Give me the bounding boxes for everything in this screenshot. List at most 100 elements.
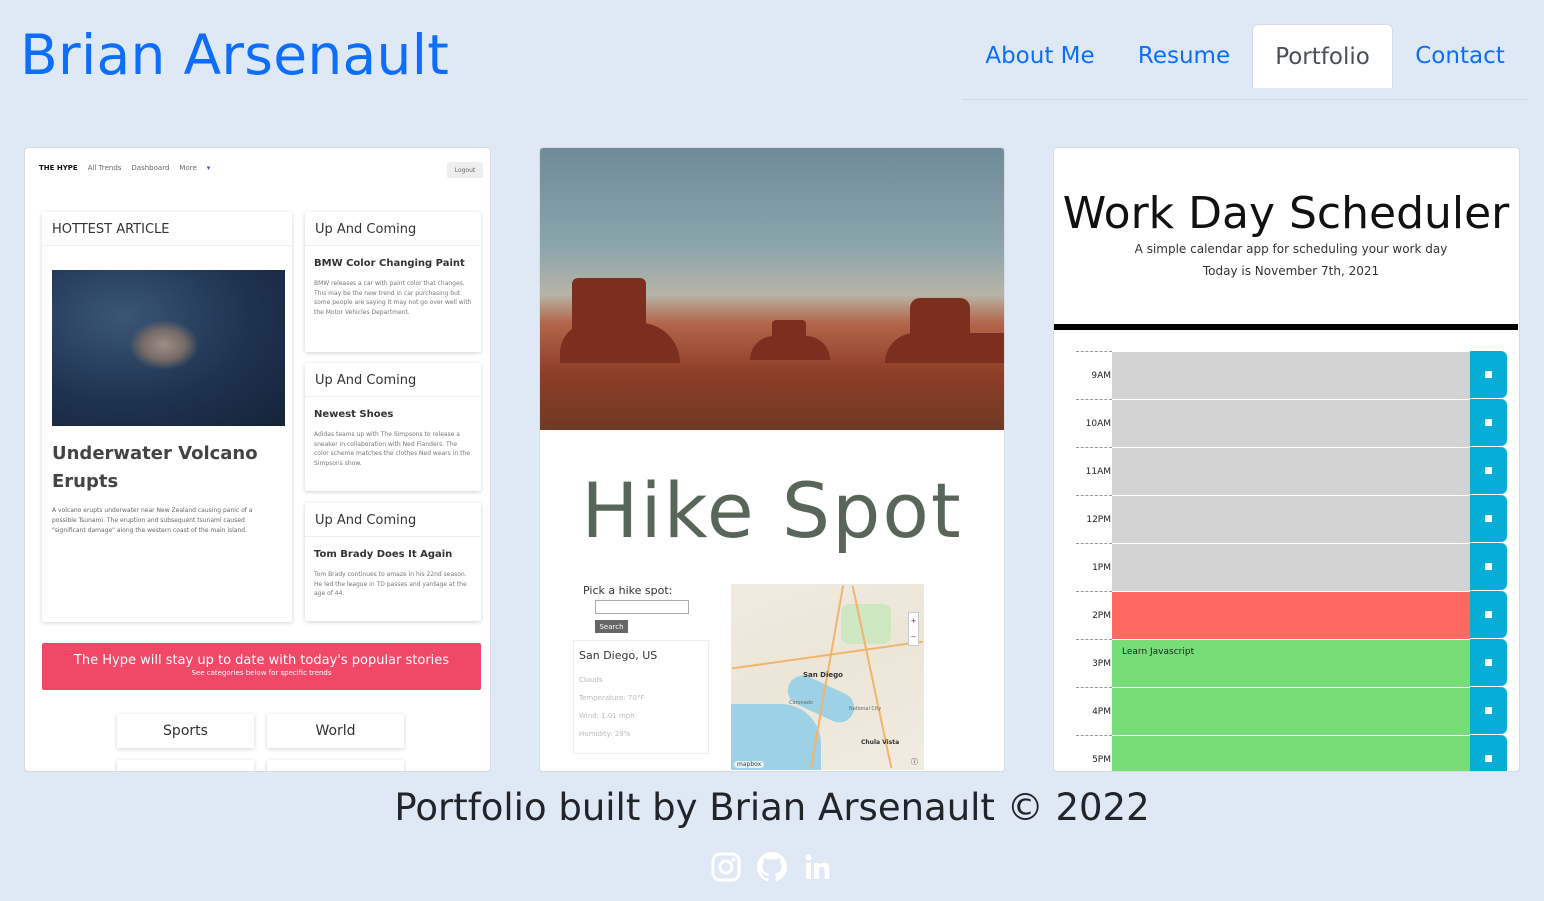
nav-tab-contact[interactable]: Contact [1403, 24, 1517, 88]
save-button: ■ [1470, 543, 1507, 590]
map-label: Coronado [789, 700, 814, 706]
hike-pick-label: Pick a hike spot: [583, 584, 673, 597]
weather-line: Temperature: 70°F [579, 694, 645, 702]
map-label: National City [849, 706, 882, 712]
time-block-hour: 10AM [1076, 399, 1112, 447]
save-button: ■ [1470, 591, 1507, 638]
time-block-description [1112, 543, 1470, 591]
scheduler-date: Today is November 7th, 2021 [1202, 264, 1380, 278]
time-block-hour: 12PM [1076, 495, 1112, 543]
hype-logout-button: Logout [447, 162, 483, 178]
side-article: Up And Coming Newest Shoes Adidas teams … [305, 363, 481, 491]
side-article-heading: Up And Coming [305, 363, 481, 397]
time-block: 4PM ■ [1076, 687, 1508, 735]
scheduler-subtitle: A simple calendar app for scheduling you… [1134, 242, 1448, 256]
floppy-disk-icon: ■ [1484, 705, 1493, 716]
map-label: Chula Vista [861, 739, 900, 746]
nav-tab-about-me[interactable]: About Me [972, 24, 1108, 88]
weather-panel: San Diego, US Clouds Temperature: 70°F W… [573, 640, 709, 754]
map-park [841, 604, 891, 644]
category-world: World [267, 714, 404, 748]
nav-tab-portfolio[interactable]: Portfolio [1252, 24, 1393, 88]
category-sports: Sports [117, 714, 254, 748]
time-block-hour: 1PM [1076, 543, 1112, 591]
time-block-hour: 4PM [1076, 687, 1112, 735]
floppy-disk-icon: ■ [1484, 513, 1493, 524]
time-block-description [1112, 399, 1470, 447]
time-block-description [1112, 447, 1470, 495]
save-button: ■ [1470, 687, 1507, 734]
butte-shape [560, 323, 680, 363]
time-block-description [1112, 591, 1470, 639]
social-links [710, 850, 834, 884]
nav-tab-resume[interactable]: Resume [1119, 24, 1249, 88]
side-article-title: Newest Shoes [314, 409, 394, 420]
hottest-heading: HOTTEST ARTICLE [42, 212, 292, 246]
hype-banner-title: The Hype will stay up to date with today… [73, 653, 450, 668]
hike-map: San Diego Coronado National City Chula V… [731, 584, 924, 770]
github-icon[interactable] [756, 850, 788, 884]
time-block: 11AM ■ [1076, 447, 1508, 495]
project-card-work-day-scheduler[interactable]: Work Day Scheduler A simple calendar app… [1053, 147, 1520, 772]
side-article-text: BMW releases a car with paint color that… [314, 280, 472, 316]
time-block: 5PM ■ [1076, 735, 1508, 771]
hype-nav-link: Dashboard [131, 164, 170, 172]
side-article-text: Adidas teams up with The Simpsons to rel… [314, 431, 470, 467]
side-article-text: Tom Brady continues to amaze in his 22nd… [314, 571, 467, 598]
hike-spot-title: Hike Spot [581, 466, 963, 555]
floppy-disk-icon: ■ [1484, 753, 1493, 764]
map-zoom-control: + − [908, 612, 919, 646]
time-block-hour: 3PM [1076, 639, 1112, 687]
category-placeholder [117, 760, 254, 771]
side-article: Up And Coming Tom Brady Does It Again To… [305, 503, 481, 621]
time-block: 12PM ■ [1076, 495, 1508, 543]
main-nav: About Me Resume Portfolio Contact [962, 24, 1528, 100]
time-block-hour: 11AM [1076, 447, 1112, 495]
time-block: 3PM Learn Javascript ■ [1076, 639, 1508, 687]
hike-search-input [595, 600, 689, 614]
time-block-hour: 2PM [1076, 591, 1112, 639]
time-block-description [1112, 687, 1470, 735]
scheduler-divider [1054, 324, 1518, 330]
save-button: ■ [1470, 639, 1507, 686]
site-brand[interactable]: Brian Arsenault [20, 28, 449, 83]
time-block: 2PM ■ [1076, 591, 1508, 639]
weather-city: San Diego, US [579, 649, 658, 662]
floppy-disk-icon: ■ [1484, 417, 1493, 428]
volcano-image [52, 270, 285, 426]
butte-shape [885, 333, 1004, 363]
floppy-disk-icon: ■ [1484, 609, 1493, 620]
desert-image [540, 148, 1004, 430]
save-button: ■ [1470, 351, 1507, 398]
time-block: 9AM ■ [1076, 351, 1508, 399]
save-button: ■ [1470, 447, 1507, 494]
scheduler-title: Work Day Scheduler [1062, 188, 1510, 239]
hottest-title: Underwater Volcano Erupts [52, 443, 258, 492]
category-placeholder [267, 760, 404, 771]
hype-nav-link: More [179, 164, 197, 172]
time-block-hour: 5PM [1076, 735, 1112, 771]
instagram-icon[interactable] [710, 850, 742, 884]
floppy-disk-icon: ■ [1484, 369, 1493, 380]
time-block-description: Learn Javascript [1112, 639, 1470, 687]
time-block: 10AM ■ [1076, 399, 1508, 447]
side-article-heading: Up And Coming [305, 212, 481, 246]
time-block-description [1112, 351, 1470, 399]
project-card-hike-spot[interactable]: Hike Spot Pick a hike spot: Search San D… [539, 147, 1005, 772]
floppy-disk-icon: ■ [1484, 561, 1493, 572]
project-card-the-hype[interactable]: THE HYPE All Trends Dashboard More ▾ Log… [24, 147, 491, 772]
floppy-disk-icon: ■ [1484, 657, 1493, 668]
hike-search-button: Search [595, 620, 628, 633]
butte-shape [750, 336, 830, 360]
weather-line: Wind: 1.01 mph [579, 712, 635, 720]
time-block-hour: 9AM [1076, 351, 1112, 399]
side-article: Up And Coming BMW Color Changing Paint B… [305, 212, 481, 352]
weather-line: Humidity: 29% [579, 730, 631, 738]
save-button: ■ [1470, 735, 1507, 771]
linkedin-icon[interactable] [802, 850, 834, 884]
side-article-heading: Up And Coming [305, 503, 481, 537]
weather-line: Clouds [579, 676, 603, 684]
hype-navbar: THE HYPE All Trends Dashboard More ▾ [39, 164, 210, 172]
side-article-title: Tom Brady Does It Again [314, 549, 453, 560]
save-button: ■ [1470, 495, 1507, 542]
